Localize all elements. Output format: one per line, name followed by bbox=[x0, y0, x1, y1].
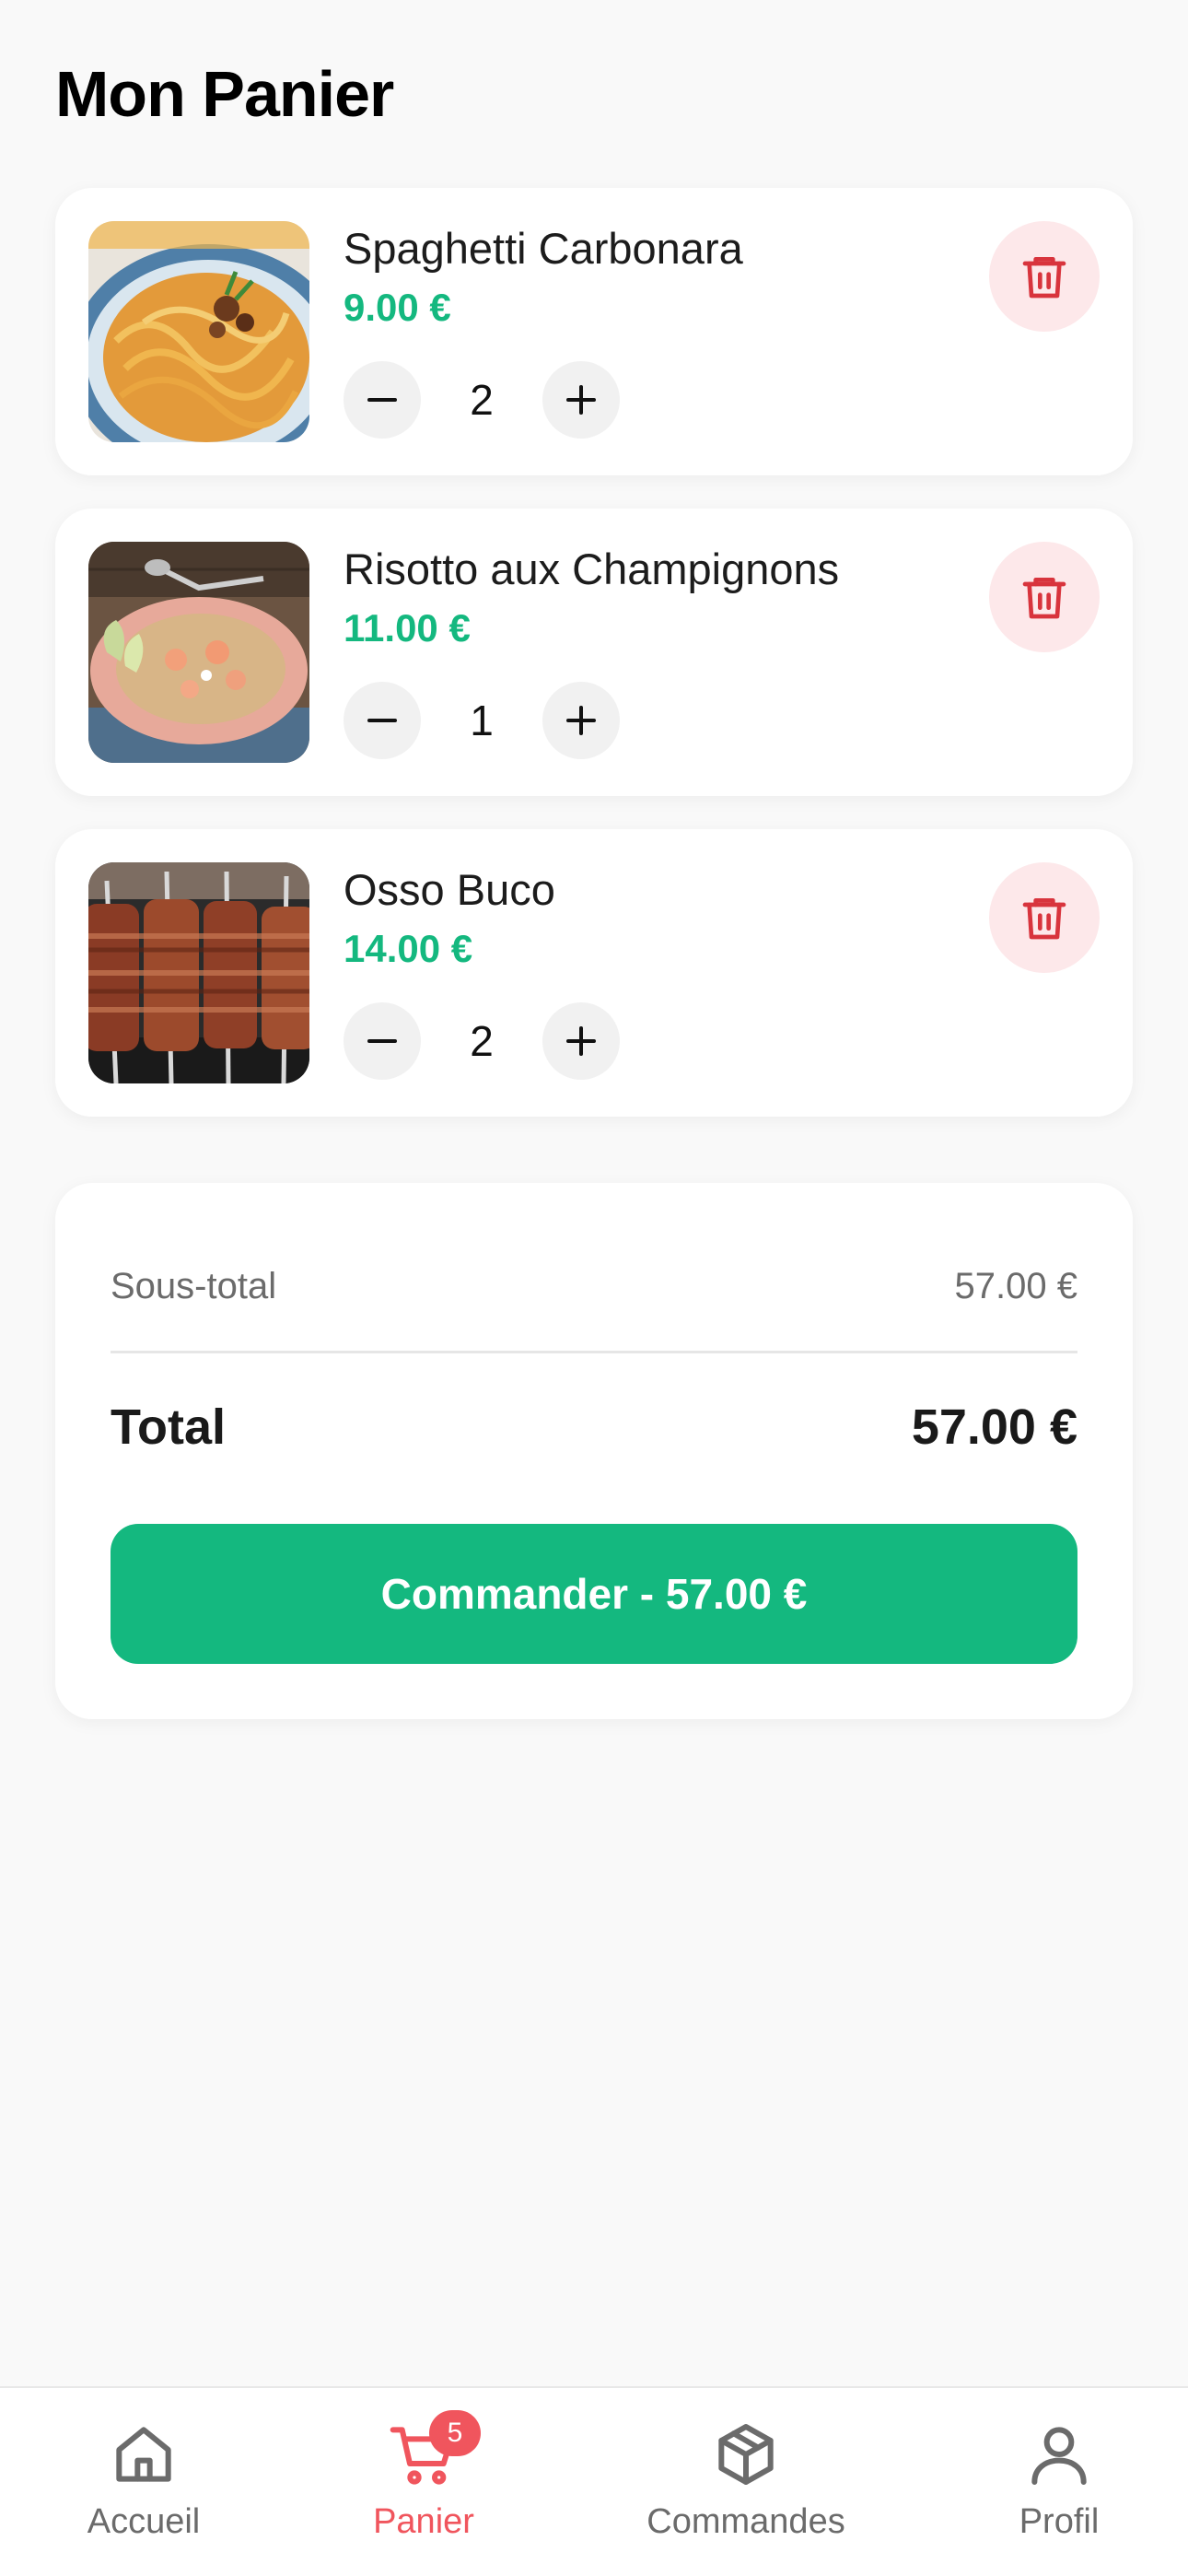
nav-item-panier[interactable]: 5 Panier bbox=[285, 2410, 562, 2565]
page-title: Mon Panier bbox=[55, 58, 394, 130]
increase-quantity-button[interactable] bbox=[542, 1002, 620, 1080]
nav-label: Profil bbox=[1019, 2502, 1100, 2541]
bottom-nav: Accueil 5 Panier Commandes Profil bbox=[0, 2386, 1188, 2576]
delete-item-button[interactable] bbox=[989, 542, 1100, 652]
increase-quantity-button[interactable] bbox=[542, 682, 620, 759]
item-price: 11.00 € bbox=[344, 606, 471, 650]
subtotal-label: Sous-total bbox=[111, 1266, 277, 1306]
item-name: Osso Buco bbox=[344, 865, 555, 914]
minus-icon bbox=[367, 398, 397, 402]
user-icon bbox=[1022, 2418, 1096, 2491]
item-name: Spaghetti Carbonara bbox=[344, 224, 743, 273]
cart-icon: 5 bbox=[387, 2410, 481, 2491]
quantity-value: 2 bbox=[470, 376, 494, 424]
divider bbox=[111, 1351, 1077, 1353]
nav-item-commandes[interactable]: Commandes bbox=[608, 2418, 884, 2565]
cart-item: Osso Buco 14.00 € 2 bbox=[55, 829, 1133, 1117]
delete-item-button[interactable] bbox=[989, 221, 1100, 332]
order-button[interactable]: Commander - 57.00 € bbox=[111, 1524, 1077, 1664]
cart-screen: Mon Panier Spaghetti Carbonara 9.00 € 2 … bbox=[0, 0, 1188, 2576]
item-price: 14.00 € bbox=[344, 927, 473, 970]
quantity-stepper: 2 bbox=[344, 361, 620, 439]
plus-icon bbox=[566, 1026, 596, 1056]
cart-item: Spaghetti Carbonara 9.00 € 2 bbox=[55, 188, 1133, 475]
quantity-value: 2 bbox=[470, 1017, 494, 1065]
total-label: Total bbox=[111, 1399, 226, 1455]
decrease-quantity-button[interactable] bbox=[344, 1002, 421, 1080]
plus-icon bbox=[566, 385, 596, 415]
home-icon bbox=[107, 2418, 181, 2491]
quantity-value: 1 bbox=[470, 697, 494, 744]
package-icon bbox=[709, 2418, 783, 2491]
nav-label: Commandes bbox=[646, 2502, 845, 2541]
nav-item-profil[interactable]: Profil bbox=[921, 2418, 1188, 2565]
cart-count-badge: 5 bbox=[429, 2410, 481, 2456]
cart-list: Spaghetti Carbonara 9.00 € 2 Risotto aux… bbox=[55, 188, 1133, 1150]
increase-quantity-button[interactable] bbox=[542, 361, 620, 439]
total-value: 57.00 € bbox=[911, 1399, 1077, 1455]
decrease-quantity-button[interactable] bbox=[344, 682, 421, 759]
nav-item-accueil[interactable]: Accueil bbox=[6, 2418, 282, 2565]
decrease-quantity-button[interactable] bbox=[344, 361, 421, 439]
order-summary: Sous-total 57.00 € Total 57.00 € Command… bbox=[55, 1183, 1133, 1719]
nav-label: Accueil bbox=[87, 2502, 201, 2541]
nav-label: Panier bbox=[373, 2502, 474, 2541]
plus-icon bbox=[566, 706, 596, 735]
trash-icon bbox=[1022, 578, 1066, 619]
item-name: Risotto aux Champignons bbox=[344, 544, 840, 593]
minus-icon bbox=[367, 719, 397, 722]
spaghetti-photo bbox=[88, 221, 309, 442]
quantity-stepper: 2 bbox=[344, 1002, 620, 1080]
minus-icon bbox=[367, 1039, 397, 1043]
risotto-photo bbox=[88, 542, 309, 763]
subtotal-value: 57.00 € bbox=[954, 1266, 1077, 1306]
osso-buco-photo bbox=[88, 862, 309, 1083]
delete-item-button[interactable] bbox=[989, 862, 1100, 973]
trash-icon bbox=[1022, 257, 1066, 299]
cart-item: Risotto aux Champignons 11.00 € 1 bbox=[55, 509, 1133, 796]
trash-icon bbox=[1022, 898, 1066, 940]
quantity-stepper: 1 bbox=[344, 682, 620, 759]
item-price: 9.00 € bbox=[344, 286, 451, 329]
